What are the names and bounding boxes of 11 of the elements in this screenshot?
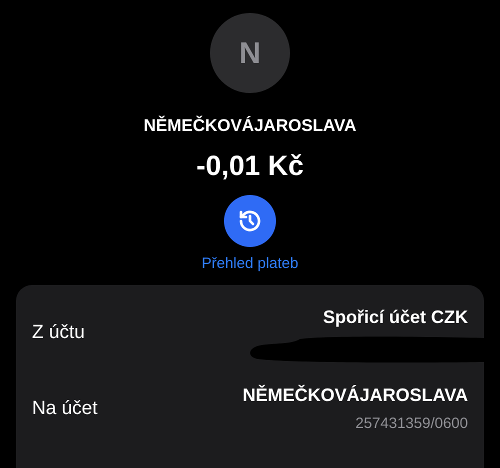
field-label: Z účtu xyxy=(32,320,85,345)
history-icon xyxy=(238,208,262,232)
payment-history-link[interactable]: Přehled plateb xyxy=(202,252,298,275)
account-name: Spořicí účet CZK xyxy=(322,306,468,329)
account-number: 257431359/0600 xyxy=(355,414,468,434)
avatar: N xyxy=(210,13,290,93)
history-button[interactable] xyxy=(224,194,276,246)
field-label: Na účet xyxy=(32,396,98,421)
counterparty-name: NĚMEČKOVÁJAROSLAVA xyxy=(144,114,356,137)
amount: -0,01 Kč xyxy=(196,148,304,182)
account-name: NĚMEČKOVÁJAROSLAVA xyxy=(242,384,468,408)
